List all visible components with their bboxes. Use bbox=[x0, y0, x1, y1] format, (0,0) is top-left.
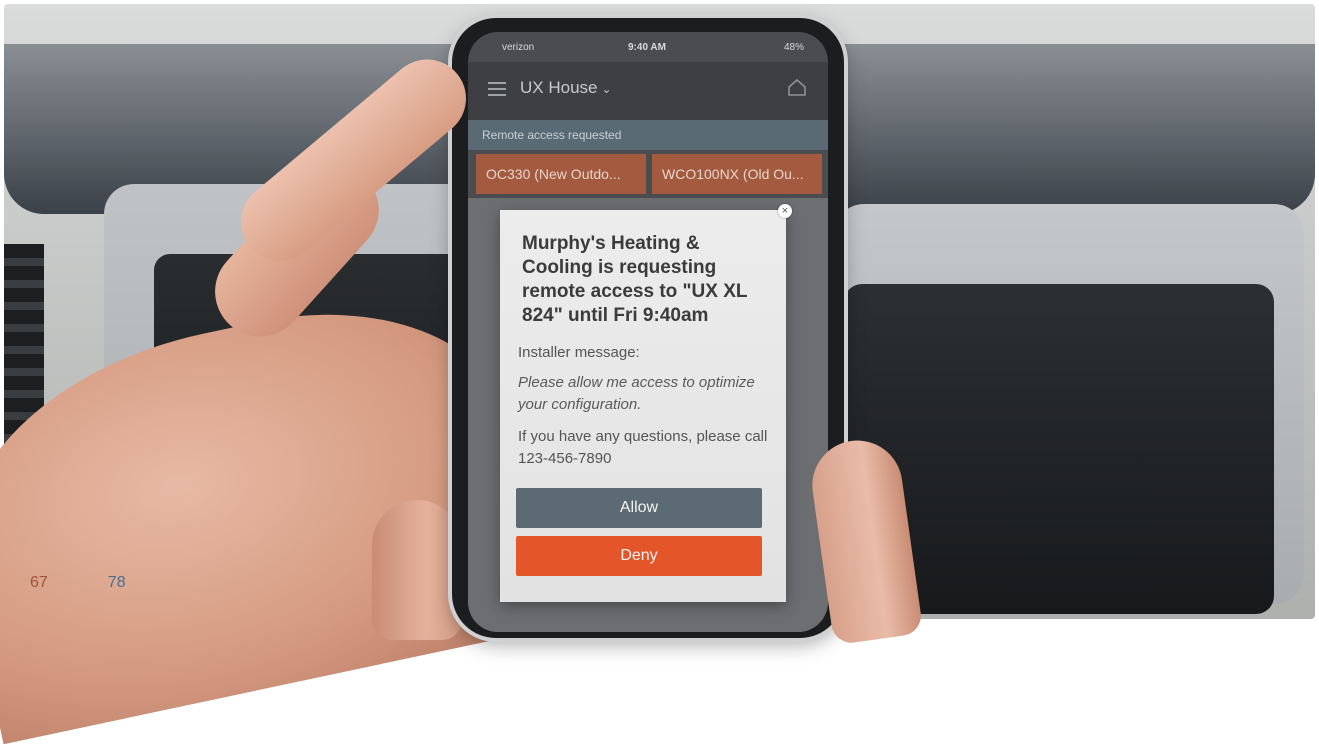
left-thumb bbox=[372, 500, 462, 640]
dialog-title: Murphy's Heating & Cooling is requesting… bbox=[522, 233, 748, 326]
remote-access-banner: Remote access requested bbox=[468, 120, 828, 150]
chevron-down-icon: ⌄ bbox=[601, 82, 612, 96]
menu-icon[interactable] bbox=[488, 82, 506, 96]
device-tile-label: OC330 (New Outdo... bbox=[486, 166, 621, 182]
status-time: 9:40 AM bbox=[628, 42, 666, 53]
house-selector[interactable]: UX House ⌄ bbox=[520, 78, 612, 98]
contact-text: If you have any questions, please call 1… bbox=[518, 428, 768, 467]
app-header: UX House ⌄ bbox=[468, 62, 828, 120]
status-bar: verizon 9:40 AM 48% bbox=[468, 32, 828, 60]
allow-button[interactable]: Allow bbox=[516, 488, 762, 528]
remote-access-dialog: × Murphy's Heating & Cooling is requesti… bbox=[500, 204, 792, 602]
installer-message: Please allow me access to optimize your … bbox=[518, 374, 755, 413]
close-icon[interactable]: × bbox=[778, 204, 792, 218]
deny-button[interactable]: Deny bbox=[516, 536, 762, 576]
carrier-label: verizon bbox=[502, 42, 535, 53]
device-tiles: OC330 (New Outdo... WCO100NX (Old Ou... bbox=[468, 154, 828, 194]
device-tile-label: WCO100NX (Old Ou... bbox=[662, 166, 804, 182]
installer-label: Installer message: bbox=[518, 344, 640, 361]
temperature-readouts: 67 78 bbox=[30, 574, 186, 592]
device-tile[interactable]: OC330 (New Outdo... bbox=[476, 154, 646, 194]
home-icon[interactable] bbox=[786, 76, 808, 98]
temperature-cool: 78 bbox=[107, 574, 126, 591]
banner-text: Remote access requested bbox=[482, 128, 622, 142]
battery-label: 48% bbox=[783, 42, 804, 53]
house-name: UX House bbox=[520, 78, 598, 97]
device-tile[interactable]: WCO100NX (Old Ou... bbox=[652, 154, 822, 194]
temperature-heat: 67 bbox=[30, 574, 48, 591]
